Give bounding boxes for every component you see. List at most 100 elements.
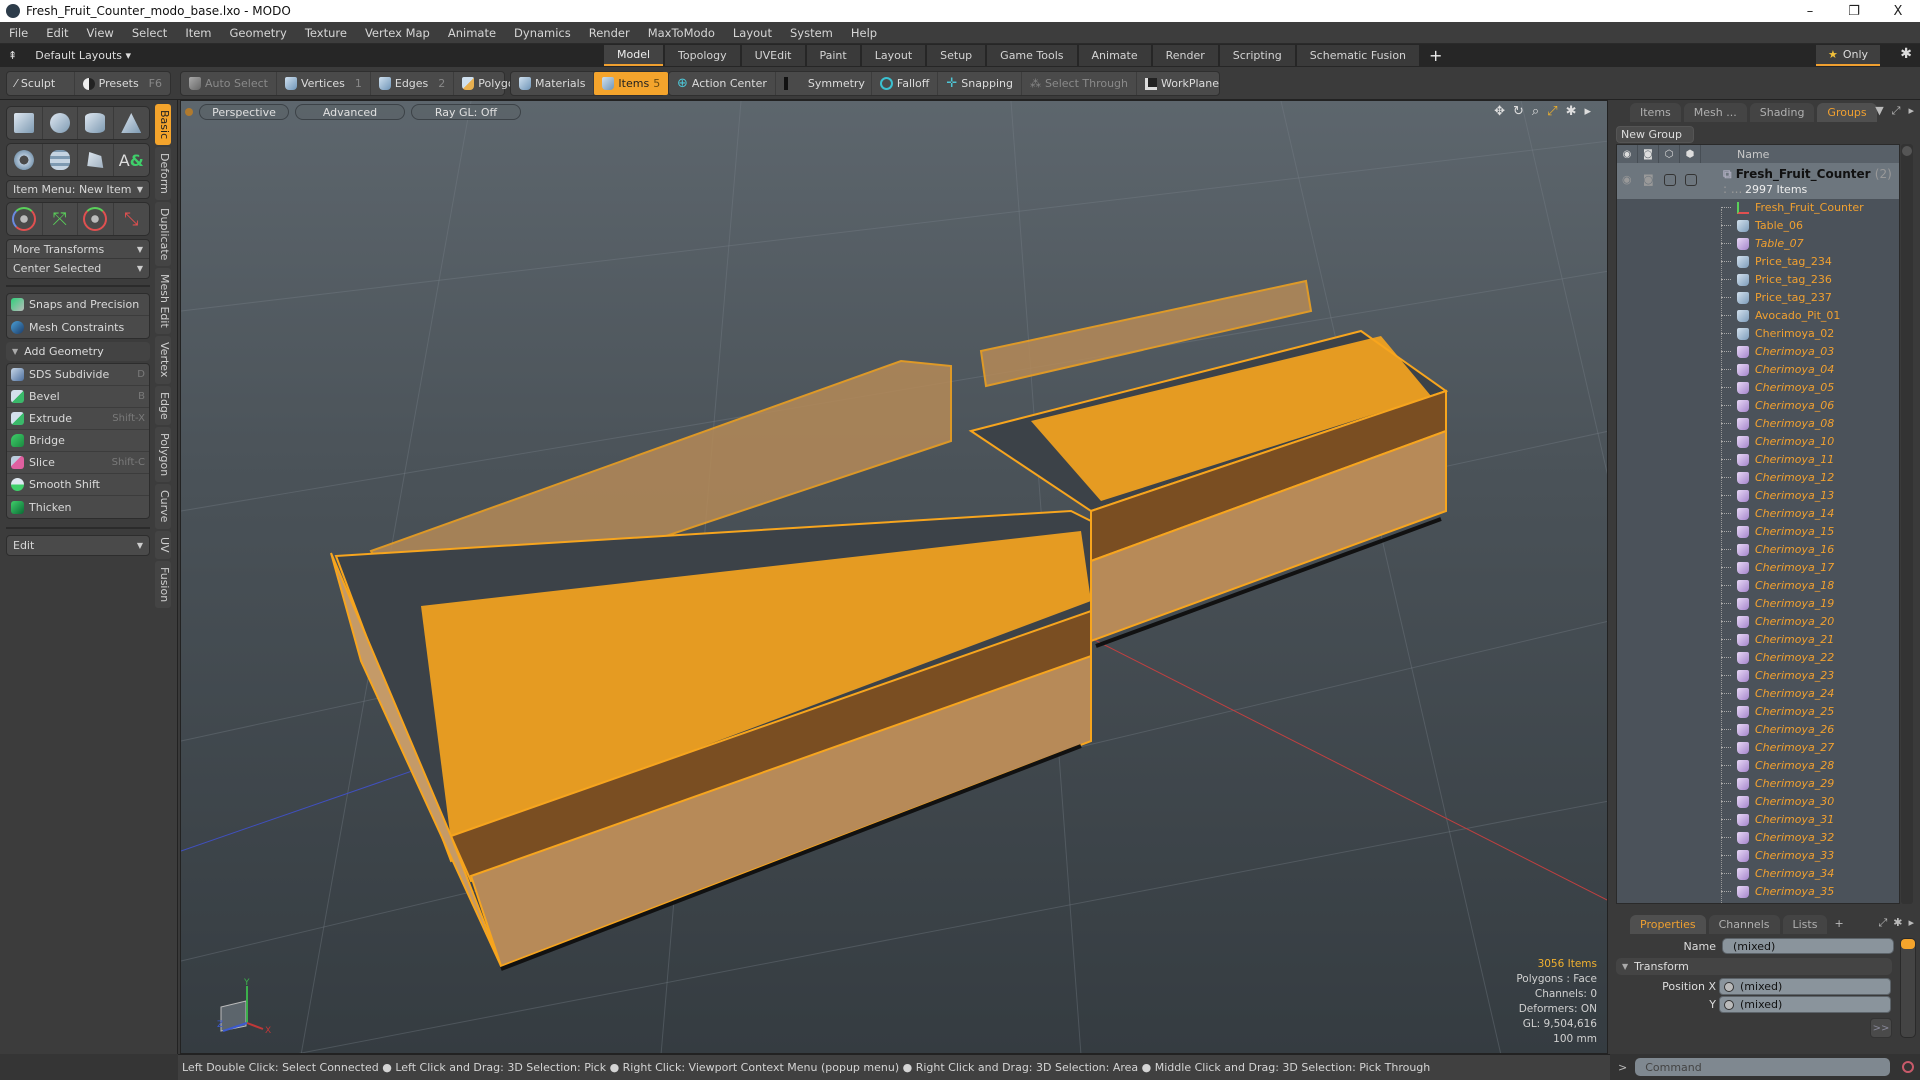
menu-view[interactable]: View xyxy=(78,26,123,40)
vtab-duplicate[interactable]: Duplicate xyxy=(155,202,171,267)
vtab-vertex[interactable]: Vertex xyxy=(155,336,171,384)
tree-item-row[interactable]: Cherimoya_06 xyxy=(1617,397,1899,415)
layout-tab-setup[interactable]: Setup xyxy=(927,45,986,66)
smooth-shift-button[interactable]: Smooth Shift xyxy=(7,474,149,496)
snapping-button[interactable]: ✛ Snapping xyxy=(938,72,1022,95)
bridge-button[interactable]: Bridge xyxy=(7,430,149,452)
select-checkbox[interactable] xyxy=(1685,174,1697,186)
tree-item-row[interactable]: Cherimoya_21 xyxy=(1617,631,1899,649)
bevel-button[interactable]: Bevel B xyxy=(7,386,149,408)
tree-item-row[interactable]: Cherimoya_14 xyxy=(1617,505,1899,523)
panel-arrow-icon[interactable]: ▸ xyxy=(1908,916,1914,930)
add-tab-button[interactable]: + xyxy=(1834,917,1843,930)
layout-tab-layout[interactable]: Layout xyxy=(861,45,926,66)
sculpt-button[interactable]: ⁄ Sculpt xyxy=(7,72,75,95)
raygl-button[interactable]: Ray GL: Off xyxy=(411,104,521,120)
fruit-counter-left[interactable] xyxy=(330,359,1092,971)
vtab-polygon[interactable]: Polygon xyxy=(155,427,171,483)
tree-item-row[interactable]: Cherimoya_26 xyxy=(1617,721,1899,739)
cylinder-primitive-button[interactable] xyxy=(78,107,114,139)
menu-help[interactable]: Help xyxy=(842,26,886,40)
pan-icon[interactable]: ✥ xyxy=(1494,104,1505,119)
tree-item-row[interactable]: Cherimoya_03 xyxy=(1617,343,1899,361)
menu-vertex-map[interactable]: Vertex Map xyxy=(356,26,439,40)
menu-animate[interactable]: Animate xyxy=(439,26,505,40)
tree-item-row[interactable]: Cherimoya_30 xyxy=(1617,793,1899,811)
viewport-options-icon[interactable] xyxy=(185,108,193,116)
properties-gear-icon[interactable]: ✱ xyxy=(1893,916,1902,930)
layout-tab-game-tools[interactable]: Game Tools xyxy=(987,45,1077,66)
record-macro-icon[interactable] xyxy=(1902,1061,1915,1073)
menu-maxtomodo[interactable]: MaxToModo xyxy=(639,26,724,40)
tab-lists[interactable]: Lists xyxy=(1782,915,1828,934)
tab-groups[interactable]: Groups xyxy=(1817,103,1877,122)
layout-tab-schematic-fusion[interactable]: Schematic Fusion xyxy=(1296,45,1420,66)
lock-checkbox[interactable] xyxy=(1664,174,1676,186)
cone-primitive-button[interactable] xyxy=(114,107,150,139)
menu-texture[interactable]: Texture xyxy=(296,26,356,40)
render-column-icon[interactable]: ◙ xyxy=(1638,145,1659,163)
lock-column-icon[interactable]: ⬡ xyxy=(1659,145,1680,163)
tree-item-row[interactable]: Cherimoya_18 xyxy=(1617,577,1899,595)
tree-item-row[interactable]: Table_07 xyxy=(1617,235,1899,253)
action-center-button[interactable]: ⊕ Action Center xyxy=(669,72,776,95)
new-group-button[interactable]: New Group xyxy=(1616,126,1694,143)
viewport-menu-arrow-icon[interactable]: ▸ xyxy=(1584,104,1591,119)
tree-item-row[interactable]: Cherimoya_34 xyxy=(1617,865,1899,883)
keyframe-dot-icon[interactable] xyxy=(1724,999,1734,1010)
tree-item-row[interactable]: Table_06 xyxy=(1617,217,1899,235)
sds-subdivide-button[interactable]: SDS Subdivide D xyxy=(7,364,149,386)
visibility-column-icon[interactable]: ◉ xyxy=(1617,145,1638,163)
layout-tab-scripting[interactable]: Scripting xyxy=(1219,45,1295,66)
tree-item-row[interactable]: Cherimoya_35 xyxy=(1617,883,1899,901)
render-icon[interactable]: ◙ xyxy=(1643,173,1654,186)
3d-viewport[interactable]: Y X Z Perspective Advanced Ray GL: Off ✥… xyxy=(180,100,1608,1054)
tab-shading[interactable]: Shading xyxy=(1749,103,1815,122)
edit-dropdown[interactable]: Edit ▼ xyxy=(6,535,150,556)
layout-tab-render[interactable]: Render xyxy=(1152,45,1218,66)
viewport-settings-gear-icon[interactable]: ✱ xyxy=(1566,104,1577,119)
tree-item-row[interactable]: Price_tag_236 xyxy=(1617,271,1899,289)
tree-item-row[interactable]: Cherimoya_04 xyxy=(1617,361,1899,379)
select-through-button[interactable]: ⁂ Select Through xyxy=(1022,72,1138,95)
center-selected-dropdown[interactable]: Center Selected ▼ xyxy=(7,259,149,278)
maximize-button[interactable]: ❐ xyxy=(1832,0,1876,22)
tree-item-row[interactable]: Cherimoya_29 xyxy=(1617,775,1899,793)
select-column-icon[interactable]: ⬢ xyxy=(1680,145,1701,163)
tabs-dropdown-icon[interactable]: ▼ xyxy=(1875,104,1883,118)
more-transforms-dropdown[interactable]: More Transforms ▼ xyxy=(7,240,149,259)
position-y-field[interactable]: (mixed) xyxy=(1719,996,1891,1013)
vtab-deform[interactable]: Deform xyxy=(155,147,171,201)
torus-primitive-button[interactable] xyxy=(7,144,43,176)
tree-item-row[interactable]: Cherimoya_05 xyxy=(1617,379,1899,397)
only-toggle[interactable]: ★ Only xyxy=(1816,45,1880,66)
menu-geometry[interactable]: Geometry xyxy=(221,26,296,40)
workplane-button[interactable]: WorkPlane xyxy=(1137,72,1227,95)
tab-channels[interactable]: Channels xyxy=(1708,915,1780,934)
layout-tab-topology[interactable]: Topology xyxy=(665,45,740,66)
more-properties-button[interactable]: >> xyxy=(1870,1018,1892,1038)
layout-tab-paint[interactable]: Paint xyxy=(806,45,860,66)
minimize-button[interactable]: – xyxy=(1788,0,1832,22)
falloff-button[interactable]: Falloff xyxy=(872,72,939,95)
close-button[interactable]: X xyxy=(1876,0,1920,22)
vtab-edge[interactable]: Edge xyxy=(155,385,171,426)
layout-up-arrow-icon[interactable]: ⇞ xyxy=(8,49,17,62)
tree-item-row[interactable]: Cherimoya_27 xyxy=(1617,739,1899,757)
command-input[interactable]: Command xyxy=(1635,1058,1891,1076)
sphere-primitive-button[interactable] xyxy=(43,107,78,139)
tree-item-row[interactable]: Cherimoya_16 xyxy=(1617,541,1899,559)
eye-icon[interactable]: ◉ xyxy=(1622,173,1632,186)
vtab-mesh-edit[interactable]: Mesh Edit xyxy=(155,268,171,335)
presets-button[interactable]: Presets F6 xyxy=(75,72,170,95)
keyframe-dot-icon[interactable] xyxy=(1724,981,1734,992)
extrude-button[interactable]: Extrude Shift-X xyxy=(7,408,149,430)
add-layout-tab-button[interactable]: + xyxy=(1421,44,1450,67)
tree-item-row[interactable]: Cherimoya_33 xyxy=(1617,847,1899,865)
menu-select[interactable]: Select xyxy=(123,26,176,40)
name-field[interactable]: (mixed) xyxy=(1722,938,1894,954)
auto-select-button[interactable]: Auto Select xyxy=(181,72,277,95)
menu-edit[interactable]: Edit xyxy=(37,26,77,40)
layout-tab-uvedit[interactable]: UVEdit xyxy=(741,45,805,66)
menu-render[interactable]: Render xyxy=(580,26,639,40)
